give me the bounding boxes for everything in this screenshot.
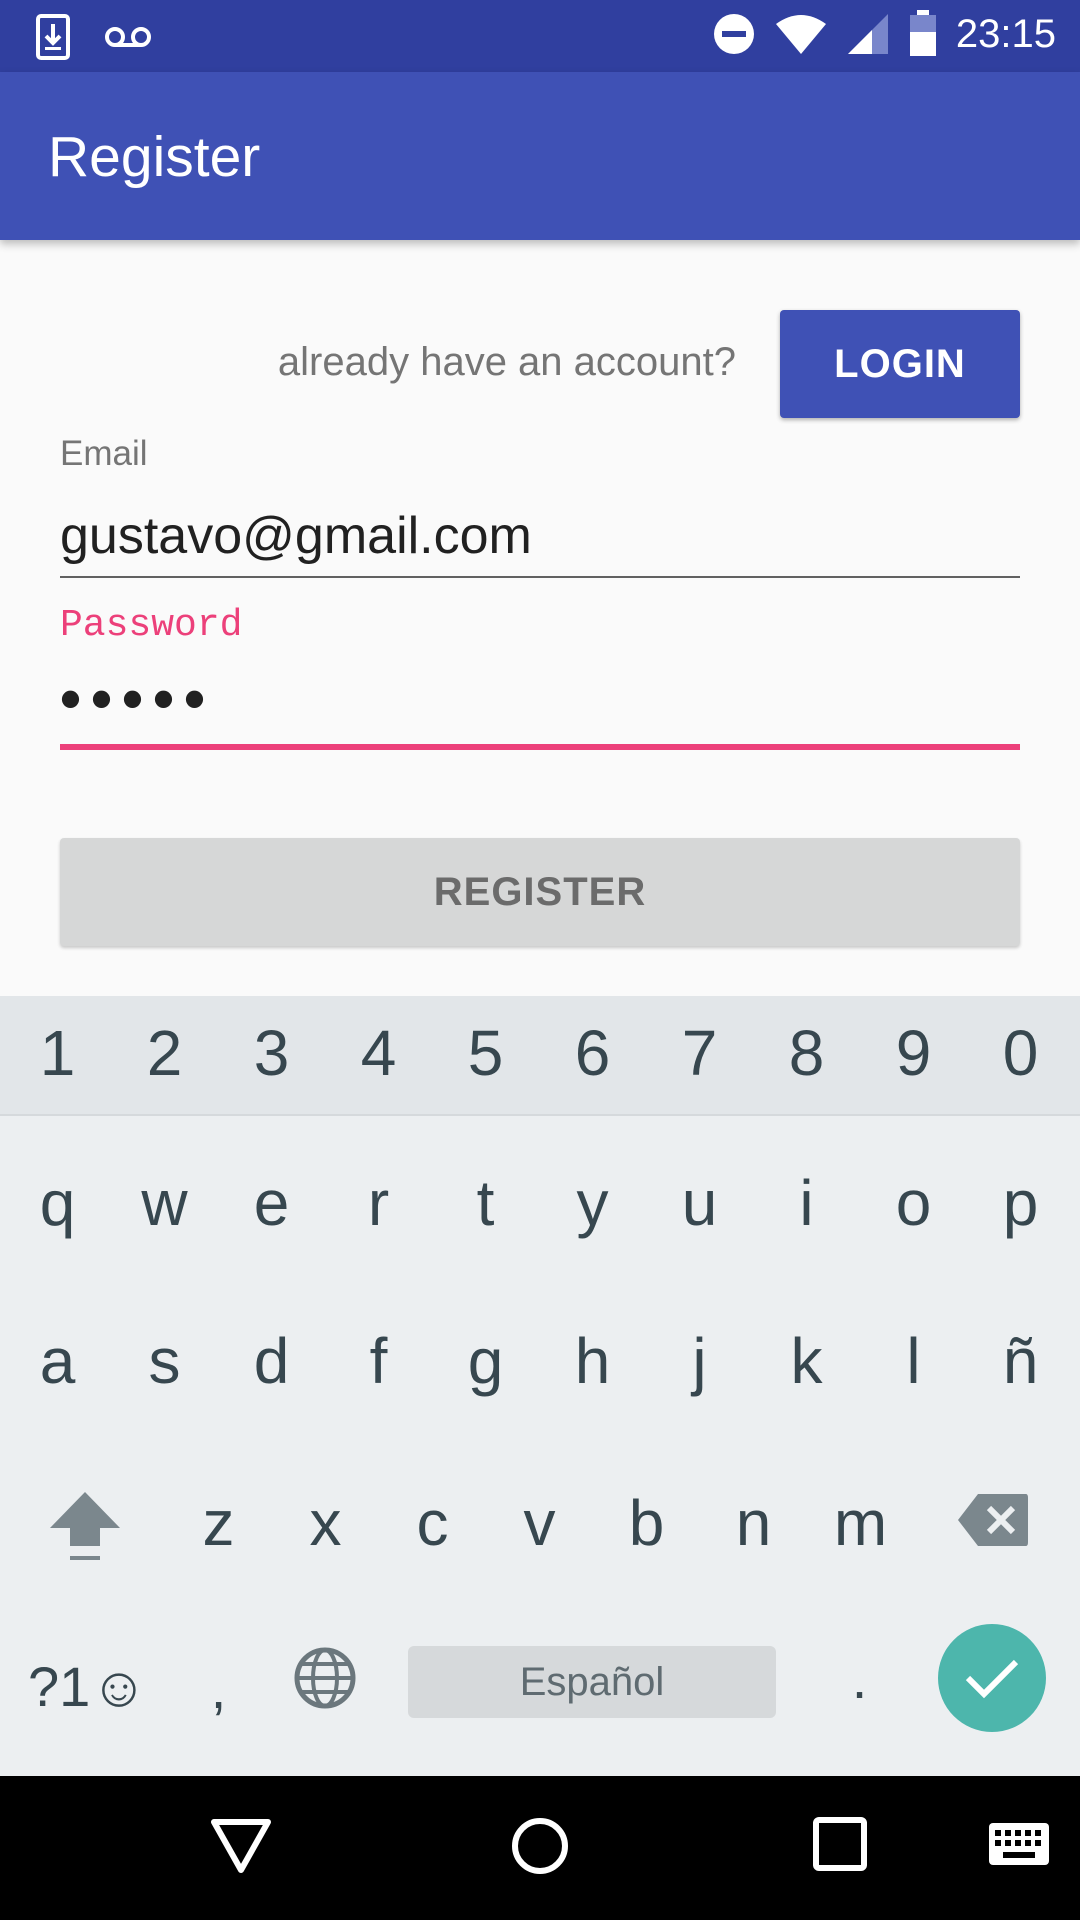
- recents-icon[interactable]: [812, 1816, 868, 1872]
- key-u[interactable]: u: [646, 1166, 753, 1240]
- password-field[interactable]: •••••: [60, 664, 215, 733]
- key-1[interactable]: 1: [4, 1016, 111, 1090]
- login-button[interactable]: LOGIN: [780, 310, 1020, 418]
- key-m[interactable]: m: [807, 1486, 914, 1560]
- key-w[interactable]: w: [111, 1166, 218, 1240]
- comma-key[interactable]: ,: [165, 1656, 272, 1721]
- key-y[interactable]: y: [539, 1166, 646, 1240]
- voicemail-icon: [105, 27, 151, 47]
- key-n[interactable]: n: [700, 1486, 807, 1560]
- key-2[interactable]: 2: [111, 1016, 218, 1090]
- back-icon[interactable]: [210, 1816, 272, 1876]
- email-field[interactable]: gustavo@gmail.com: [60, 506, 532, 566]
- key-g[interactable]: g: [432, 1324, 539, 1398]
- key-n-tilde[interactable]: ñ: [967, 1324, 1074, 1398]
- password-underline: [60, 744, 1020, 750]
- backspace-icon[interactable]: [956, 1492, 1030, 1548]
- period-key[interactable]: .: [806, 1646, 913, 1711]
- key-k[interactable]: k: [753, 1324, 860, 1398]
- key-t[interactable]: t: [432, 1166, 539, 1240]
- space-key[interactable]: Español: [408, 1646, 776, 1718]
- key-p[interactable]: p: [967, 1166, 1074, 1240]
- signal-icon: [847, 14, 888, 54]
- navigation-bar: [0, 1776, 1080, 1920]
- checkmark-icon: [965, 1659, 1019, 1699]
- key-r[interactable]: r: [325, 1166, 432, 1240]
- key-s[interactable]: s: [111, 1324, 218, 1398]
- key-8[interactable]: 8: [753, 1016, 860, 1090]
- key-z[interactable]: z: [165, 1486, 272, 1560]
- key-9[interactable]: 9: [860, 1016, 967, 1090]
- register-form: already have an account? LOGIN Email gus…: [0, 240, 1080, 996]
- clock: 23:15: [955, 11, 1056, 56]
- keyboard-switch-icon[interactable]: [988, 1822, 1050, 1866]
- status-bar: 23:15: [0, 0, 1080, 72]
- download-icon: [36, 14, 70, 60]
- key-j[interactable]: j: [646, 1324, 753, 1398]
- key-a[interactable]: a: [4, 1324, 111, 1398]
- key-7[interactable]: 7: [646, 1016, 753, 1090]
- email-label: Email: [60, 434, 148, 473]
- wifi-icon: [775, 15, 826, 54]
- key-x[interactable]: x: [272, 1486, 379, 1560]
- key-3[interactable]: 3: [218, 1016, 325, 1090]
- globe-icon[interactable]: [293, 1646, 357, 1710]
- key-f[interactable]: f: [325, 1324, 432, 1398]
- key-i[interactable]: i: [753, 1166, 860, 1240]
- key-c[interactable]: c: [379, 1486, 486, 1560]
- password-label: Password: [60, 604, 243, 647]
- enter-key[interactable]: [938, 1624, 1046, 1732]
- key-v[interactable]: v: [486, 1486, 593, 1560]
- page-title: Register: [48, 125, 261, 189]
- key-h[interactable]: h: [539, 1324, 646, 1398]
- app-bar: Register: [0, 72, 1080, 240]
- key-l[interactable]: l: [860, 1324, 967, 1398]
- soft-keyboard: 1 2 3 4 5 6 7 8 9 0 q w e r t y u i o p …: [0, 996, 1080, 1776]
- key-6[interactable]: 6: [539, 1016, 646, 1090]
- home-icon[interactable]: [510, 1816, 570, 1876]
- key-e[interactable]: e: [218, 1166, 325, 1240]
- do-not-disturb-icon: [713, 14, 754, 54]
- keyboard-number-row: 1 2 3 4 5 6 7 8 9 0: [0, 996, 1080, 1116]
- key-o[interactable]: o: [860, 1166, 967, 1240]
- key-q[interactable]: q: [4, 1166, 111, 1240]
- symbols-key[interactable]: ?1☺: [28, 1654, 148, 1719]
- key-d[interactable]: d: [218, 1324, 325, 1398]
- email-underline: [60, 576, 1020, 578]
- register-button[interactable]: REGISTER: [60, 838, 1020, 946]
- already-have-account-text: already have an account?: [277, 340, 736, 384]
- battery-icon: [909, 10, 936, 56]
- key-4[interactable]: 4: [325, 1016, 432, 1090]
- shift-icon[interactable]: [48, 1490, 122, 1566]
- key-b[interactable]: b: [593, 1486, 700, 1560]
- key-5[interactable]: 5: [432, 1016, 539, 1090]
- key-0[interactable]: 0: [967, 1016, 1074, 1090]
